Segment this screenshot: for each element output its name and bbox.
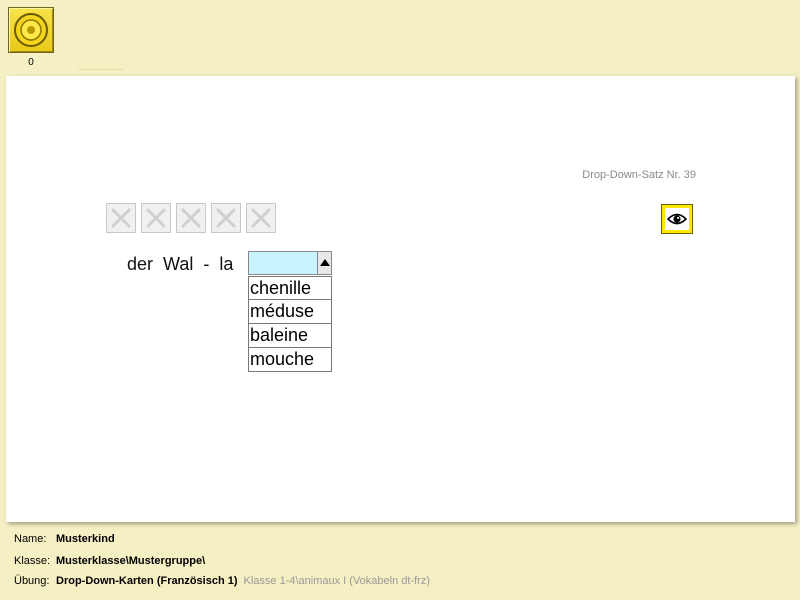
- footer-name-row: Name: Musterkind: [14, 533, 115, 547]
- attempt-box-5: [246, 203, 276, 233]
- toolbar-divider: [78, 69, 123, 70]
- footer-class-row: Klasse: Musterklasse\Mustergruppe\: [14, 555, 205, 569]
- reveal-button-face: [665, 208, 689, 230]
- exercise-label: Übung:: [14, 575, 50, 587]
- reveal-answer-button[interactable]: [661, 204, 693, 234]
- x-icon: [181, 208, 201, 228]
- attempt-box-3: [176, 203, 206, 233]
- attempt-box-2: [141, 203, 171, 233]
- dropdown-list: chenille méduse baleine mouche: [248, 276, 332, 372]
- dropdown-option-baleine[interactable]: baleine: [248, 324, 332, 348]
- class-value: Musterklasse\Mustergruppe\: [56, 555, 206, 567]
- exercise-panel: Drop-Down-Satz Nr. 39 der Wal - la cheni…: [6, 76, 795, 522]
- dropdown-option-meduse[interactable]: méduse: [248, 300, 332, 324]
- coin-button[interactable]: [8, 7, 54, 53]
- exercise-path: Klasse 1-4\animaux I (Vokabeln dt-frz): [243, 575, 430, 587]
- toolbar: 0: [0, 0, 800, 74]
- status-footer: Name: Musterkind Klasse: Musterklasse\Must…: [6, 526, 795, 596]
- x-icon: [111, 208, 131, 228]
- dropdown-option-mouche[interactable]: mouche: [248, 348, 332, 372]
- answer-dropdown[interactable]: [248, 251, 332, 275]
- attempt-box-4: [211, 203, 241, 233]
- coin-count: 0: [28, 57, 34, 68]
- coin-icon: [14, 13, 48, 47]
- triangle-up-icon[interactable]: [317, 252, 331, 274]
- x-icon: [216, 208, 236, 228]
- set-number-label: Drop-Down-Satz Nr. 39: [582, 169, 696, 181]
- x-icon: [146, 208, 166, 228]
- footer-exercise-row: Übung: Drop-Down-Karten (Französisch 1) Kl…: [14, 575, 430, 589]
- name-value: Musterkind: [56, 533, 115, 545]
- exercise-value: Drop-Down-Karten (Französisch 1): [56, 575, 238, 587]
- eye-icon: [667, 213, 687, 225]
- sentence-prompt: der Wal - la: [127, 254, 234, 274]
- attempt-box-1: [106, 203, 136, 233]
- class-label: Klasse:: [14, 555, 51, 567]
- dropdown-option-chenille[interactable]: chenille: [248, 276, 332, 300]
- x-icon: [251, 208, 271, 228]
- name-label: Name:: [14, 533, 47, 545]
